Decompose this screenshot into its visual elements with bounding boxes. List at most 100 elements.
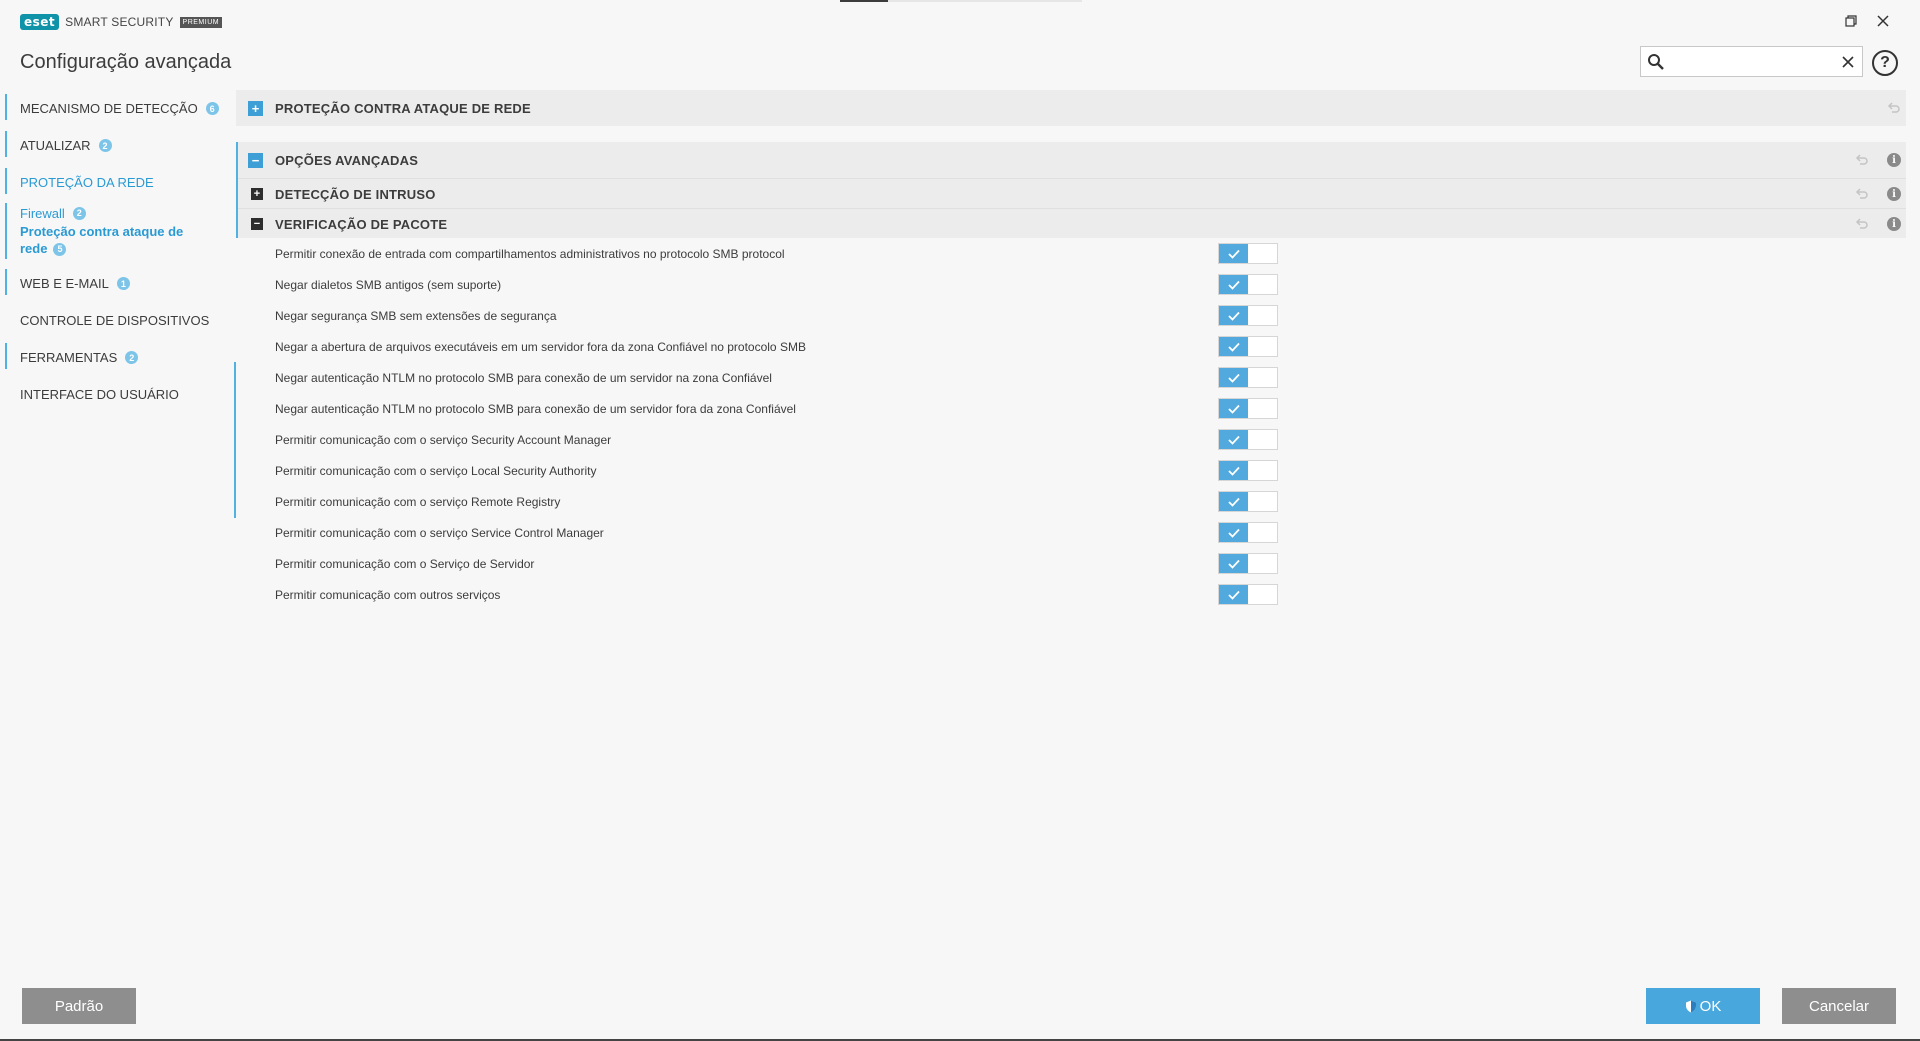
toggle-on-indicator — [1219, 554, 1248, 573]
sidebar-item-label: PROTEÇÃO DA REDE — [20, 175, 154, 190]
expand-icon[interactable]: + — [248, 101, 263, 116]
revert-icon[interactable] — [1854, 186, 1870, 202]
expand-icon[interactable]: + — [251, 188, 263, 200]
option-label: Negar autenticação NTLM no protocolo SMB… — [275, 370, 772, 385]
top-progress-indicator — [840, 0, 1082, 2]
ok-button[interactable]: OK — [1646, 988, 1760, 1024]
sidebar-subitem-network-attack-protection[interactable]: Proteção contra ataque de rede 5 — [20, 223, 195, 257]
section-title: VERIFICAÇÃO DE PACOTE — [275, 217, 448, 232]
revert-icon[interactable] — [1854, 152, 1870, 168]
option-row: Permitir comunicação com o Serviço de Se… — [236, 548, 1906, 579]
sidebar-item-detection-engine[interactable]: MECANISMO DE DETECÇÃO 6 — [0, 90, 236, 127]
search-box[interactable] — [1640, 46, 1863, 77]
checkmark-icon — [1227, 249, 1240, 259]
revert-icon[interactable] — [1854, 216, 1870, 232]
sidebar-item-tools[interactable]: FERRAMENTAS 2 — [0, 339, 236, 376]
help-icon[interactable]: ? — [1872, 50, 1898, 76]
sidebar: MECANISMO DE DETECÇÃO 6 ATUALIZAR 2 PROT… — [0, 90, 236, 518]
product-name: SMART SECURITY — [65, 15, 174, 29]
option-row: Permitir comunicação com o serviço Secur… — [236, 424, 1906, 455]
option-toggle-switch[interactable] — [1218, 243, 1278, 264]
option-label: Permitir comunicação com outros serviços — [275, 587, 501, 602]
sidebar-item-update[interactable]: ATUALIZAR 2 — [0, 127, 236, 164]
close-window-button[interactable] — [1872, 10, 1894, 32]
sidebar-item-user-interface[interactable]: INTERFACE DO USUÁRIO — [0, 376, 236, 413]
toggle-on-indicator — [1219, 430, 1248, 449]
option-toggle-switch[interactable] — [1218, 553, 1278, 574]
option-toggle-switch[interactable] — [1218, 398, 1278, 419]
clear-search-icon[interactable] — [1839, 53, 1857, 71]
edition-badge: PREMIUM — [179, 16, 223, 28]
notification-badge: 5 — [53, 243, 67, 257]
close-icon — [1877, 15, 1889, 27]
sidebar-subitem-firewall[interactable]: Firewall 2 — [20, 203, 236, 223]
sidebar-item-web-email[interactable]: WEB E E-MAIL 1 — [0, 265, 236, 302]
option-label: Permitir conexão de entrada com comparti… — [275, 246, 785, 261]
toggle-on-indicator — [1219, 461, 1248, 480]
option-toggle-switch[interactable] — [1218, 274, 1278, 295]
sidebar-item-network-protection[interactable]: PROTEÇÃO DA REDE — [0, 164, 236, 201]
sidebar-subitem-label: Proteção contra ataque de rede — [20, 224, 184, 256]
option-label: Negar dialetos SMB antigos (sem suporte) — [275, 277, 502, 292]
option-row: Negar autenticação NTLM no protocolo SMB… — [236, 393, 1906, 424]
checkmark-icon — [1227, 497, 1240, 507]
option-toggle-switch[interactable] — [1218, 491, 1278, 512]
info-icon[interactable]: i — [1886, 186, 1902, 202]
option-toggle-switch[interactable] — [1218, 522, 1278, 543]
section-title: OPÇÕES AVANÇADAS — [275, 152, 419, 168]
toggle-on-indicator — [1219, 523, 1248, 542]
option-row: Permitir comunicação com o serviço Servi… — [236, 517, 1906, 548]
option-label: Permitir comunicação com o Serviço de Se… — [275, 556, 535, 571]
notification-badge: 2 — [98, 139, 112, 152]
search-icon — [1648, 54, 1664, 70]
notification-badge: 6 — [205, 102, 219, 115]
option-label: Permitir comunicação com o serviço Remot… — [275, 494, 561, 509]
revert-icon[interactable] — [1886, 100, 1902, 116]
sidebar-item-device-control[interactable]: CONTROLE DE DISPOSITIVOS — [0, 302, 236, 339]
sidebar-subitem-label: Firewall — [20, 205, 65, 221]
sidebar-item-label: ATUALIZAR — [20, 138, 91, 153]
section-packet-inspection[interactable]: − VERIFICAÇÃO DE PACOTE i — [236, 208, 1906, 238]
info-icon[interactable]: i — [1886, 152, 1902, 168]
ok-button-label: OK — [1699, 997, 1722, 1015]
option-toggle-switch[interactable] — [1218, 429, 1278, 450]
toggle-on-indicator — [1219, 399, 1248, 418]
option-toggle-switch[interactable] — [1218, 305, 1278, 326]
sidebar-item-label: INTERFACE DO USUÁRIO — [20, 387, 179, 402]
info-icon[interactable]: i — [1886, 216, 1902, 232]
section-network-attack-protection[interactable]: + PROTEÇÃO CONTRA ATAQUE DE REDE — [236, 90, 1906, 126]
search-input[interactable] — [1671, 51, 1831, 73]
collapse-icon[interactable]: − — [248, 153, 263, 168]
option-toggle-switch[interactable] — [1218, 367, 1278, 388]
product-logo: eset SMART SECURITY PREMIUM — [20, 14, 223, 30]
shield-icon — [1685, 1000, 1696, 1012]
sidebar-item-label: CONTROLE DE DISPOSITIVOS — [20, 313, 210, 328]
notification-badge: 2 — [72, 206, 86, 220]
option-toggle-switch[interactable] — [1218, 584, 1278, 605]
settings-panel: + PROTEÇÃO CONTRA ATAQUE DE REDE − OPÇÕE… — [236, 90, 1906, 610]
toggle-on-indicator — [1219, 368, 1248, 387]
checkmark-icon — [1227, 528, 1240, 538]
eset-logo: eset — [20, 14, 60, 30]
cancel-button[interactable]: Cancelar — [1782, 988, 1896, 1024]
checkmark-icon — [1227, 559, 1240, 569]
option-label: Permitir comunicação com o serviço Local… — [275, 463, 597, 478]
option-toggle-switch[interactable] — [1218, 460, 1278, 481]
section-title: DETECÇÃO DE INTRUSO — [275, 187, 436, 202]
option-label: Permitir comunicação com o serviço Secur… — [275, 432, 612, 447]
section-advanced-options[interactable]: − OPÇÕES AVANÇADAS i — [236, 142, 1906, 178]
page-title: Configuração avançada — [20, 51, 232, 73]
restore-window-button[interactable] — [1840, 10, 1862, 32]
option-row: Negar a abertura de arquivos executáveis… — [236, 331, 1906, 362]
notification-badge: 2 — [125, 351, 139, 364]
collapse-icon[interactable]: − — [251, 218, 263, 230]
toggle-on-indicator — [1219, 585, 1248, 604]
option-toggle-switch[interactable] — [1218, 336, 1278, 357]
title-bar: eset SMART SECURITY PREMIUM — [0, 0, 1920, 40]
checkmark-icon — [1227, 311, 1240, 321]
checkmark-icon — [1227, 342, 1240, 352]
section-intrusion-detection[interactable]: + DETECÇÃO DE INTRUSO i — [236, 178, 1906, 208]
default-button[interactable]: Padrão — [22, 988, 136, 1024]
option-row: Permitir conexão de entrada com comparti… — [236, 238, 1906, 269]
option-row: Negar dialetos SMB antigos (sem suporte) — [236, 269, 1906, 300]
